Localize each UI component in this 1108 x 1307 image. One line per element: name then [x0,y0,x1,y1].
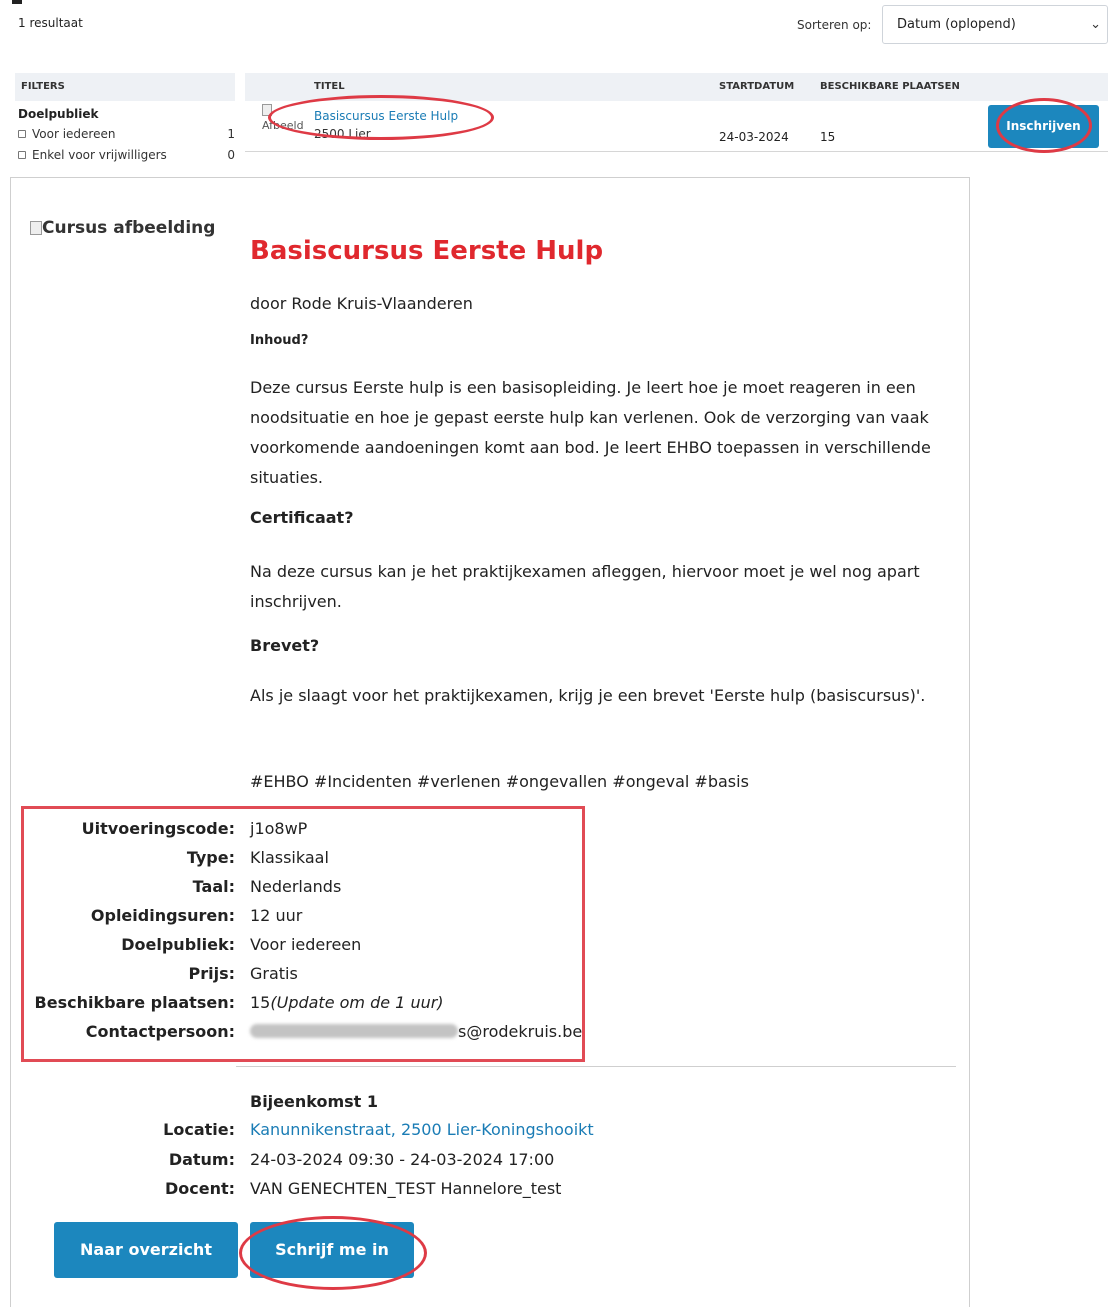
section-text-inhoud: Deze cursus Eerste hulp is een basisople… [250,378,931,487]
highlight-course-info [21,806,585,1062]
course-start-date: 24-03-2024 [719,130,789,144]
session-date: 24-03-2024 09:30 - 24-03-2024 17:00 [250,1150,555,1169]
column-header-startdate: STARTDATUM [719,81,795,92]
highlight-inschrijven-button [996,98,1092,153]
section-divider [236,1066,956,1067]
course-available-places: 15 [820,130,836,144]
course-hashtags: #EHBO #Incidenten #verlenen #ongevallen … [250,772,749,791]
overview-button[interactable]: Naar overzicht [54,1222,238,1278]
session-label-location: Locatie: [163,1120,235,1139]
session-teacher: VAN GENECHTEN_TEST Hannelore_test [250,1179,562,1198]
column-header-title: TITEL [314,81,345,92]
section-heading-inhoud: Inhoud? [250,333,309,348]
sort-label: Sorteren op: [797,18,872,32]
sort-select-value: Datum (oplopend) [897,17,1016,32]
session-location-link[interactable]: Kanunnikenstraat, 2500 Lier-Koningshooik… [250,1120,594,1139]
column-header-places: BESCHIKBARE PLAATSEN [820,81,960,92]
course-provider: door Rode Kruis-Vlaanderen [250,294,473,313]
session-title: Bijeenkomst 1 [250,1092,379,1111]
highlight-course-title [268,95,494,140]
session-label-teacher: Docent: [164,1179,235,1198]
sort-select[interactable]: Datum (oplopend) ⌄ [882,5,1108,44]
course-info-labels: Uitvoeringscode: Type: Taal: Opleidingsu… [0,0,235,1294]
session-label-date: Datum: [168,1150,235,1169]
section-heading-certificaat: Certificaat? [250,508,354,527]
highlight-signup-button [239,1216,427,1290]
section-heading-brevet: Brevet? [250,636,320,655]
chevron-down-icon: ⌄ [1090,17,1101,32]
course-detail-title: Basiscursus Eerste Hulp [250,236,604,266]
section-text-brevet: Als je slaagt voor het praktijkexamen, k… [250,686,926,705]
section-text-certificaat: Na deze cursus kan je het praktijkexamen… [250,562,920,611]
